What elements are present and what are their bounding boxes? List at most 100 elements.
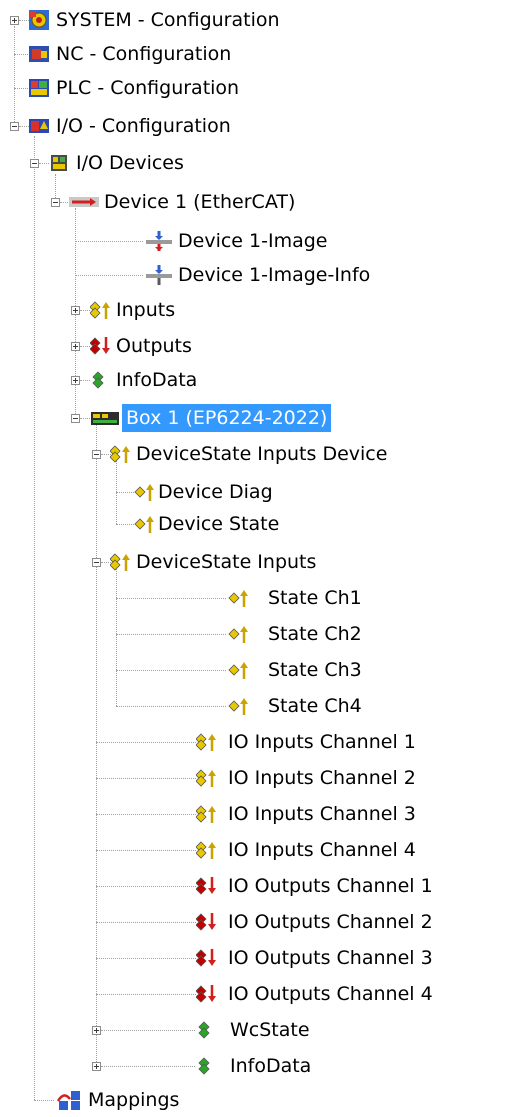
- tree-item-io-outputs-channel-1[interactable]: IO Outputs Channel 1: [0, 870, 506, 902]
- tree-item-wcstate[interactable]: WcState: [0, 1014, 506, 1046]
- tree-item-io-inputs-channel-4[interactable]: IO Inputs Channel 4: [0, 834, 506, 866]
- expand-toggle[interactable]: [10, 16, 19, 25]
- tree-item-device-state[interactable]: Device State: [0, 508, 506, 540]
- outputs-icon: [196, 985, 216, 1003]
- tree-line: [80, 380, 90, 381]
- tree-item-io-inputs-channel-1[interactable]: IO Inputs Channel 1: [0, 726, 506, 758]
- tree-line: [101, 1066, 195, 1067]
- tree-item-label: DeviceState Inputs Device: [136, 443, 388, 465]
- tree-item-state-ch3[interactable]: State Ch3: [0, 654, 506, 686]
- tree-item-label: I/O - Configuration: [56, 115, 231, 137]
- tree-item-box-1[interactable]: Box 1 (EP6224-2022): [0, 402, 506, 434]
- io-devices-icon: [51, 155, 67, 171]
- tree-line: [80, 346, 90, 347]
- tree-item-outputs[interactable]: Outputs: [0, 330, 506, 362]
- tree-item-label: IO Inputs Channel 1: [228, 731, 416, 753]
- tree-item-infodata-box[interactable]: InfoData: [0, 1050, 506, 1082]
- inputs-icon: [196, 733, 216, 751]
- infodata-icon: [92, 371, 104, 389]
- tree-line: [96, 778, 196, 779]
- tree-item-label: Device 1 (EtherCAT): [104, 191, 296, 213]
- tree-line: [75, 241, 143, 242]
- mappings-icon: [56, 1091, 80, 1110]
- tree-item-label: IO Outputs Channel 3: [228, 947, 433, 969]
- input-var-icon: [228, 662, 248, 679]
- tree-item-io-outputs-channel-4[interactable]: IO Outputs Channel 4: [0, 978, 506, 1010]
- tree-line: [96, 922, 196, 923]
- tree-line: [116, 492, 134, 493]
- tree-item-label: Device State: [158, 513, 280, 535]
- tree-item-system-configuration[interactable]: SYSTEM - Configuration: [0, 4, 506, 36]
- expand-toggle[interactable]: [92, 1026, 101, 1035]
- nc-config-icon: [29, 46, 49, 62]
- tree-item-label: InfoData: [230, 1055, 312, 1077]
- input-var-icon: [228, 626, 248, 643]
- tree-item-devicestate-inputs[interactable]: DeviceState Inputs: [0, 546, 506, 578]
- tree-item-label: Inputs: [116, 299, 176, 321]
- tree-item-device-1-ethercat[interactable]: Device 1 (EtherCAT): [0, 186, 506, 218]
- tree-line: [116, 670, 226, 671]
- tree-item-label: State Ch4: [268, 695, 362, 717]
- tree-line: [96, 994, 196, 995]
- tree-item-io-outputs-channel-3[interactable]: IO Outputs Channel 3: [0, 942, 506, 974]
- expand-toggle[interactable]: [92, 1062, 101, 1071]
- plc-config-icon: [29, 79, 49, 97]
- collapse-toggle[interactable]: [71, 414, 80, 423]
- image-icon: [146, 231, 172, 251]
- system-config-icon: [29, 10, 49, 30]
- expand-toggle[interactable]: [71, 306, 80, 315]
- tree-item-state-ch1[interactable]: State Ch1: [0, 582, 506, 614]
- expand-toggle[interactable]: [71, 376, 80, 385]
- input-var-icon: [134, 516, 154, 533]
- tree-item-device-1-image[interactable]: Device 1-Image: [0, 225, 506, 257]
- io-tree-view[interactable]: SYSTEM - Configuration NC - Configuratio…: [0, 0, 506, 1117]
- tree-item-io-devices[interactable]: I/O Devices: [0, 147, 506, 179]
- tree-item-label: State Ch3: [268, 659, 362, 681]
- infodata-icon: [198, 1057, 210, 1075]
- input-var-icon: [134, 484, 154, 501]
- infodata-icon: [198, 1021, 210, 1039]
- tree-item-io-configuration[interactable]: I/O - Configuration: [0, 110, 506, 142]
- box-icon: [91, 412, 119, 425]
- tree-item-state-ch2[interactable]: State Ch2: [0, 618, 506, 650]
- tree-item-device-1-image-info[interactable]: Device 1-Image-Info: [0, 259, 506, 291]
- image-icon: [146, 265, 172, 285]
- collapse-toggle[interactable]: [92, 558, 101, 567]
- inputs-icon: [196, 805, 216, 823]
- input-var-icon: [228, 590, 248, 607]
- collapse-toggle[interactable]: [30, 159, 39, 168]
- inputs-icon: [110, 445, 130, 463]
- tree-item-label: State Ch2: [268, 623, 362, 645]
- inputs-icon: [196, 841, 216, 859]
- collapse-toggle[interactable]: [10, 122, 19, 131]
- tree-item-device-diag[interactable]: Device Diag: [0, 476, 506, 508]
- tree-line: [116, 706, 226, 707]
- tree-item-label: Box 1 (EP6224-2022): [122, 404, 332, 432]
- ethercat-device-icon: [69, 197, 99, 207]
- collapse-toggle[interactable]: [51, 198, 60, 207]
- tree-item-io-inputs-channel-2[interactable]: IO Inputs Channel 2: [0, 762, 506, 794]
- tree-item-inputs[interactable]: Inputs: [0, 294, 506, 326]
- tree-item-plc-configuration[interactable]: PLC - Configuration: [0, 72, 506, 104]
- tree-item-state-ch4[interactable]: State Ch4: [0, 690, 506, 722]
- outputs-icon: [196, 949, 216, 967]
- tree-line: [80, 310, 90, 311]
- tree-item-label: Device 1-Image: [178, 230, 328, 252]
- tree-line: [96, 814, 196, 815]
- tree-item-mappings[interactable]: Mappings: [0, 1084, 506, 1116]
- tree-item-io-inputs-channel-3[interactable]: IO Inputs Channel 3: [0, 798, 506, 830]
- tree-item-label: NC - Configuration: [56, 43, 232, 65]
- outputs-icon: [90, 337, 110, 355]
- tree-item-label: Device 1-Image-Info: [178, 264, 371, 286]
- input-var-icon: [228, 698, 248, 715]
- tree-item-label: I/O Devices: [76, 152, 184, 174]
- tree-item-label: Outputs: [116, 335, 192, 357]
- tree-item-nc-configuration[interactable]: NC - Configuration: [0, 38, 506, 70]
- collapse-toggle[interactable]: [92, 450, 101, 459]
- expand-toggle[interactable]: [71, 342, 80, 351]
- tree-item-infodata[interactable]: InfoData: [0, 364, 506, 396]
- outputs-icon: [196, 877, 216, 895]
- tree-item-label: IO Outputs Channel 4: [228, 983, 433, 1005]
- tree-item-devicestate-inputs-device[interactable]: DeviceState Inputs Device: [0, 438, 506, 470]
- tree-item-io-outputs-channel-2[interactable]: IO Outputs Channel 2: [0, 906, 506, 938]
